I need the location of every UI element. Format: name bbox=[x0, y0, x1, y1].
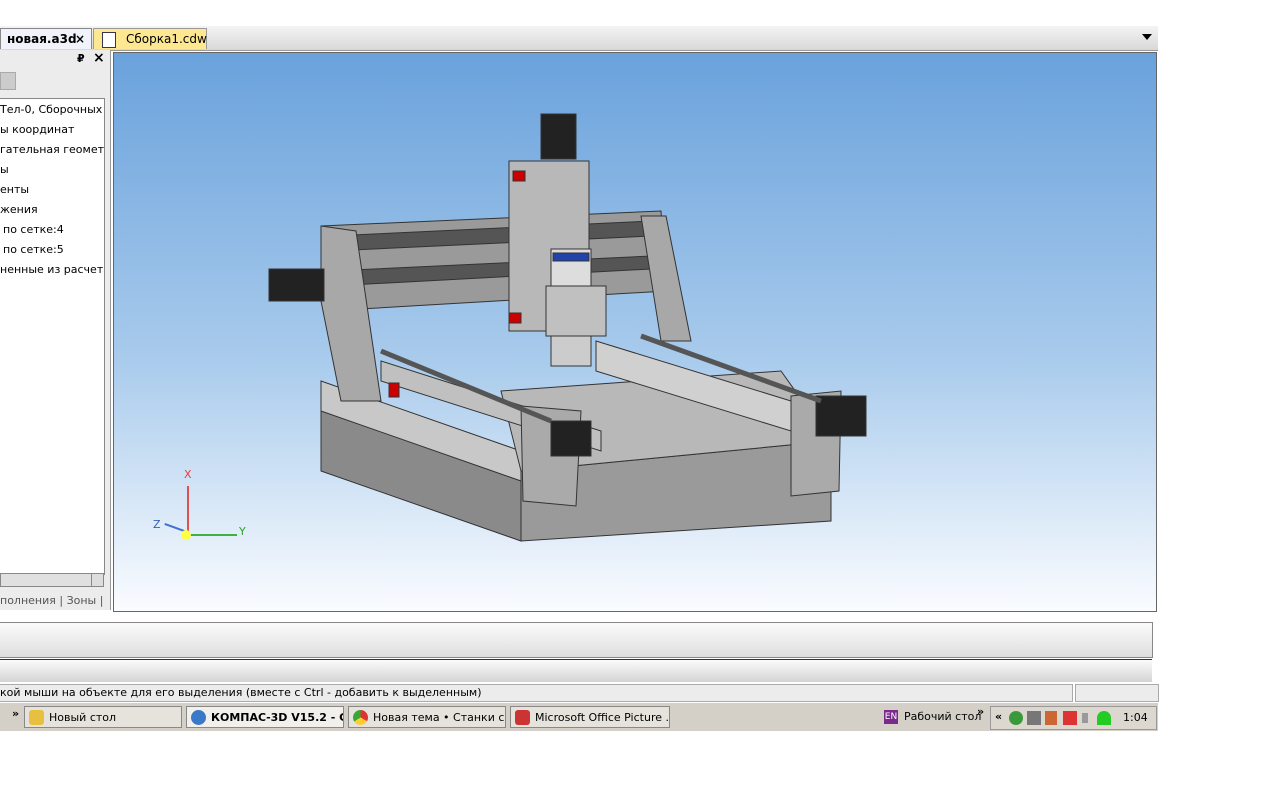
properties-panel bbox=[0, 659, 1152, 682]
tree-item[interactable]: ы bbox=[0, 163, 104, 176]
tree-item[interactable]: енты bbox=[0, 183, 104, 196]
network-globe-icon[interactable] bbox=[1009, 711, 1023, 725]
tree-item[interactable]: гательная геометри bbox=[0, 143, 104, 156]
tab-execution[interactable]: полнения bbox=[0, 594, 56, 607]
close-panel-icon[interactable]: × bbox=[93, 50, 105, 66]
language-indicator[interactable]: EN bbox=[884, 710, 898, 724]
tree-item[interactable]: Тел-0, Сборочных е bbox=[0, 103, 104, 116]
quicklaunch-chevron[interactable]: » bbox=[12, 707, 19, 720]
horizontal-scrollbar[interactable] bbox=[0, 573, 104, 587]
tab-label: Сборка1.cdw bbox=[126, 32, 207, 46]
status-bar: кой мыши на объекте для его выделения (в… bbox=[0, 684, 1073, 702]
z-axis-label: Z bbox=[153, 518, 161, 531]
taskbar-item-new-desktop[interactable]: Новый стол bbox=[24, 706, 182, 728]
chrome-icon bbox=[353, 710, 368, 725]
model-tree: Тел-0, Сборочных е ы координат гательная… bbox=[0, 98, 107, 587]
security-warning-icon[interactable] bbox=[1063, 711, 1077, 725]
3d-viewport[interactable]: X Y Z bbox=[113, 52, 1157, 612]
system-tray: « 1:04 bbox=[990, 706, 1157, 730]
taskbar-item-picture-manager[interactable]: Microsoft Office Picture ... bbox=[510, 706, 670, 728]
folder-icon bbox=[29, 710, 44, 725]
y-axis-arrow bbox=[187, 534, 237, 536]
audio-icon[interactable] bbox=[1045, 711, 1057, 725]
document-tab-bar: новая.a3d × Сборка1.cdw bbox=[0, 26, 1158, 51]
close-tab-icon[interactable]: × bbox=[75, 29, 85, 50]
drawing-file-icon bbox=[102, 32, 116, 48]
status-bar-field bbox=[1075, 684, 1159, 702]
taskbar-item-kompas[interactable]: КОМПАС-3D V15.2 - С... bbox=[186, 706, 344, 728]
kompas-icon bbox=[191, 710, 206, 725]
taskbar-label: Новая тема • Станки с ... bbox=[373, 711, 506, 724]
picture-manager-icon bbox=[515, 710, 530, 725]
taskbar-label: Новый стол bbox=[49, 711, 117, 724]
x-axis-label: X bbox=[184, 468, 192, 481]
clock[interactable]: 1:04 bbox=[1123, 711, 1148, 724]
tab-zones[interactable]: Зоны bbox=[67, 594, 97, 607]
taskbar-label: КОМПАС-3D V15.2 - С... bbox=[211, 711, 343, 724]
tab-novaya-a3d[interactable]: новая.a3d × bbox=[0, 28, 92, 49]
y-axis-label: Y bbox=[239, 525, 246, 538]
usb-safe-remove-icon[interactable] bbox=[1027, 711, 1041, 725]
toolbar-panel bbox=[0, 622, 1153, 658]
taskbar-label: Microsoft Office Picture ... bbox=[535, 711, 670, 724]
wifi-icon[interactable] bbox=[1097, 711, 1111, 725]
taskbar-item-chrome[interactable]: Новая тема • Станки с ... bbox=[348, 706, 506, 728]
desktop-toolbar-label[interactable]: Рабочий стол bbox=[904, 710, 981, 723]
toolbar-chevron[interactable]: » bbox=[977, 705, 984, 718]
tray-expand-button[interactable]: « bbox=[995, 710, 1002, 723]
tree-item[interactable]: ненные из расчета bbox=[0, 263, 104, 276]
tree-item[interactable]: по сетке:5 bbox=[3, 243, 107, 256]
tab-list-dropdown-icon[interactable] bbox=[1142, 34, 1152, 40]
volume-icon[interactable] bbox=[1082, 713, 1088, 723]
tree-view-icon[interactable] bbox=[0, 72, 16, 90]
tree-item[interactable]: жения bbox=[0, 203, 104, 216]
pin-icon[interactable]: ₽ bbox=[77, 52, 85, 65]
taskbar: » Новый стол КОМПАС-3D V15.2 - С... Нова… bbox=[0, 702, 1158, 731]
tree-item[interactable]: по сетке:4 bbox=[3, 223, 107, 236]
tab-sborka1-cdw[interactable]: Сборка1.cdw bbox=[93, 28, 207, 49]
cnc-machine-model bbox=[268, 113, 867, 542]
origin-point bbox=[181, 530, 191, 540]
tree-item[interactable]: ы координат bbox=[0, 123, 104, 136]
tab-label: новая.a3d bbox=[7, 32, 77, 46]
x-axis-arrow bbox=[187, 486, 189, 536]
